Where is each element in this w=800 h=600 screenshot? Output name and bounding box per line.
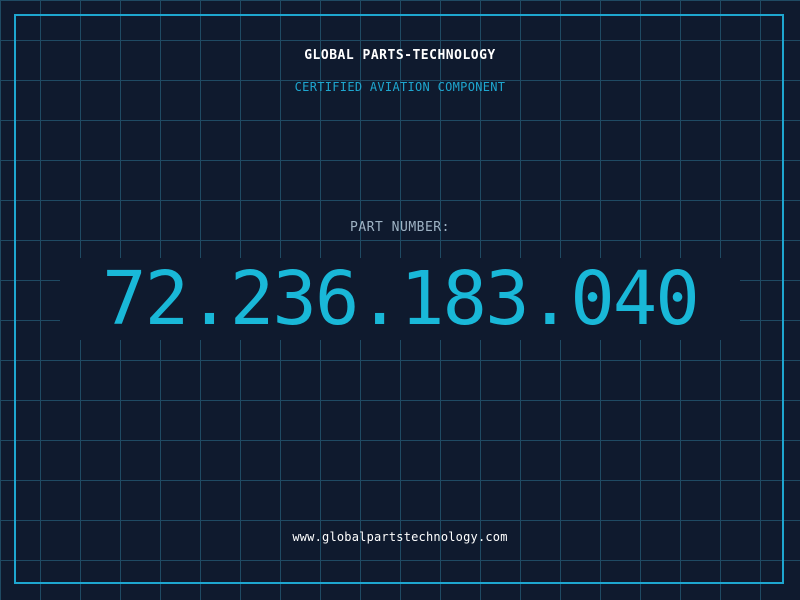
brand-title: GLOBAL PARTS-TECHNOLOGY (304, 48, 496, 63)
part-number-panel: 72.236.183.040 (60, 258, 740, 340)
part-number-value: 72.236.183.040 (102, 256, 700, 342)
brand-tagline: CERTIFIED AVIATION COMPONENT (294, 80, 506, 94)
website-url: www.globalpartstechnology.com (292, 530, 508, 544)
part-number-label: PART NUMBER: (350, 220, 450, 235)
